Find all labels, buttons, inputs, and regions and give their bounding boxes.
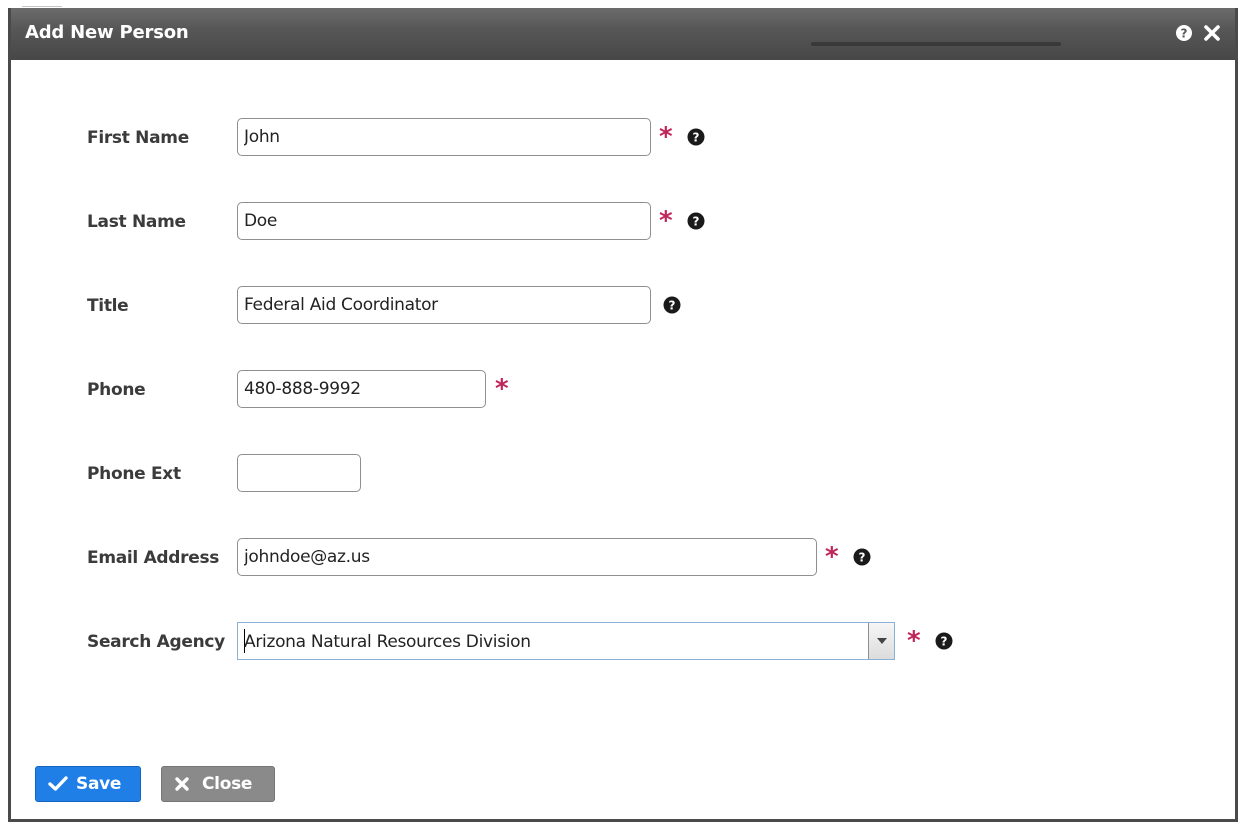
checkmark-icon	[48, 776, 68, 797]
close-button-label: Close	[202, 774, 253, 794]
help-icon[interactable]: ?	[935, 632, 953, 650]
required-marker: *	[495, 374, 509, 404]
phone-ext-input[interactable]	[237, 454, 361, 492]
email-input[interactable]	[237, 538, 817, 576]
required-marker: *	[659, 122, 673, 152]
dialog-title: Add New Person	[25, 22, 189, 43]
svg-text:?: ?	[941, 635, 948, 649]
required-marker: *	[825, 542, 839, 572]
dialog-titlebar[interactable]: Add New Person ?	[11, 8, 1235, 60]
agency-combobox[interactable]: Arizona Natural Resources Division	[237, 622, 895, 660]
phone-label: Phone	[87, 380, 146, 400]
svg-text:?: ?	[859, 551, 866, 565]
help-icon[interactable]: ?	[853, 548, 871, 566]
svg-text:?: ?	[1181, 27, 1188, 41]
close-x-icon	[174, 776, 190, 797]
required-marker: *	[659, 206, 673, 236]
agency-dropdown-button[interactable]	[868, 623, 894, 659]
svg-text:?: ?	[669, 299, 676, 313]
chevron-down-icon	[877, 638, 887, 644]
help-icon[interactable]: ?	[663, 296, 681, 314]
background-page-strip	[0, 0, 1245, 8]
add-person-dialog: Add New Person ? First Name * ? Last Nam…	[8, 8, 1238, 822]
titlebar-sheen	[811, 42, 1061, 46]
first-name-input[interactable]	[237, 118, 651, 156]
agency-label: Search Agency	[87, 632, 225, 652]
last-name-label: Last Name	[87, 212, 186, 232]
title-label: Title	[87, 296, 129, 316]
help-icon[interactable]: ?	[687, 212, 705, 230]
svg-text:?: ?	[693, 131, 700, 145]
agency-combobox-value[interactable]: Arizona Natural Resources Division	[244, 632, 531, 652]
required-marker: *	[907, 626, 921, 656]
background-sliver	[22, 0, 62, 7]
dialog-help-icon[interactable]: ?	[1175, 24, 1193, 42]
first-name-label: First Name	[87, 128, 189, 148]
dialog-close-icon[interactable]	[1203, 24, 1221, 42]
last-name-input[interactable]	[237, 202, 651, 240]
close-button[interactable]: Close	[161, 766, 275, 802]
email-label: Email Address	[87, 548, 220, 568]
help-icon[interactable]: ?	[687, 128, 705, 146]
title-input[interactable]	[237, 286, 651, 324]
phone-input[interactable]	[237, 370, 486, 408]
save-button[interactable]: Save	[35, 766, 141, 802]
phone-ext-label: Phone Ext	[87, 464, 181, 484]
svg-text:?: ?	[693, 215, 700, 229]
save-button-label: Save	[76, 774, 122, 794]
